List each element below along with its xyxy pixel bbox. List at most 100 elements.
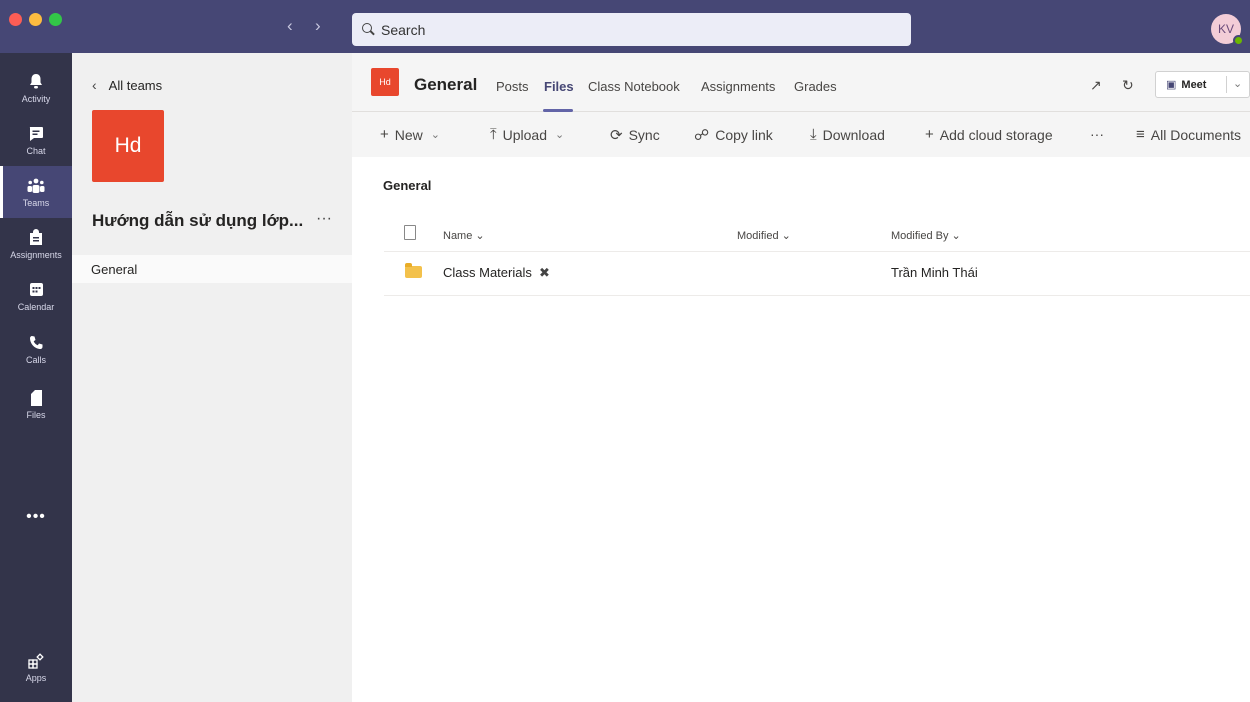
column-modified[interactable]: Modified ⌄ [737, 229, 791, 242]
new-button[interactable]: + New ⌄ [380, 126, 440, 143]
app-bar-label: Teams [22, 197, 50, 208]
chevron-down-icon: ⌄ [555, 129, 565, 141]
chevron-left-icon: ‹ [92, 77, 97, 93]
folder-icon [405, 263, 422, 278]
column-modified-by-label: Modified By [891, 230, 949, 242]
app-bar-item-activity[interactable]: Activity [0, 62, 72, 114]
video-camera-icon: ▣ [1166, 79, 1177, 91]
all-teams-label: All teams [108, 77, 163, 93]
avatar-initials: KV [1217, 22, 1234, 36]
teams-icon [27, 177, 45, 195]
download-button[interactable]: ⤓ Download [810, 126, 885, 143]
add-cloud-storage-button[interactable]: + Add cloud storage [925, 126, 1053, 143]
file-modified-by: Trần Minh Thái [891, 265, 978, 280]
title-bar: ‹ › Search KV [0, 0, 1250, 53]
tab-assignments[interactable]: Assignments [701, 79, 775, 94]
active-tab-indicator [543, 109, 573, 112]
app-bar-label: Activity [21, 93, 51, 104]
bell-icon [27, 73, 45, 91]
refresh-icon[interactable]: ↻ [1122, 77, 1134, 94]
list-icon: ≡ [1136, 126, 1145, 143]
all-teams-link[interactable]: ‹ All teams [92, 77, 162, 93]
app-bar-item-calls[interactable]: Calls [0, 323, 72, 375]
app-bar-item-teams[interactable]: Teams [0, 166, 72, 218]
files-list: General Name ⌄ Modified ⌄ Modified By ⌄ … [352, 157, 1250, 702]
search-icon [362, 23, 375, 36]
add-cloud-storage-label: Add cloud storage [939, 126, 1053, 143]
app-bar-label: Calendar [17, 301, 55, 312]
file-icon [27, 389, 45, 407]
app-bar-label: Files [26, 409, 46, 420]
column-modified-by[interactable]: Modified By ⌄ [891, 229, 961, 242]
sync-button[interactable]: ⟳ Sync [610, 126, 660, 144]
app-bar: Activity Chat Teams Assignments Calendar… [0, 53, 72, 702]
team-name: Hướng dẫn sử dụng lớp... [92, 211, 304, 230]
tab-class-notebook[interactable]: Class Notebook [588, 79, 680, 94]
team-panel: ‹ All teams Hd Hướng dẫn sử dụng lớp... … [72, 53, 352, 702]
search-placeholder: Search [381, 21, 426, 38]
copy-link-label: Copy link [715, 127, 773, 143]
files-toolbar: + New ⌄ ⤒ Upload ⌄ ⟳ Sync ☍ Copy link ⤓ … [352, 113, 1250, 157]
meet-divider [1226, 76, 1227, 93]
app-bar-item-assignments[interactable]: Assignments [0, 218, 72, 270]
chevron-down-icon: ⌄ [951, 230, 961, 242]
all-documents-label: All Documents [1150, 126, 1242, 143]
app-bar-item-chat[interactable]: Chat [0, 114, 72, 166]
files-column-header: Name ⌄ Modified ⌄ Modified By ⌄ [384, 223, 1250, 252]
close-window-button[interactable] [9, 13, 22, 26]
breadcrumb[interactable]: General [383, 178, 431, 193]
calendar-icon [27, 281, 45, 299]
meet-label: Meet [1181, 78, 1207, 91]
tab-grades[interactable]: Grades [794, 79, 837, 94]
copy-link-button[interactable]: ☍ Copy link [694, 126, 773, 144]
all-documents-button[interactable]: ≡ All Documents [1136, 126, 1241, 143]
link-icon: ☍ [694, 127, 710, 144]
tab-posts[interactable]: Posts [496, 79, 529, 94]
chat-icon [27, 125, 45, 143]
plus-icon: + [925, 126, 934, 143]
expand-icon[interactable]: ↗ [1090, 77, 1102, 94]
app-bar-item-files[interactable]: Files [0, 378, 72, 430]
chevron-down-icon[interactable]: ⌄ [1233, 77, 1242, 90]
presence-available-icon [1233, 35, 1244, 46]
back-arrow-icon[interactable]: ‹ [287, 17, 293, 34]
plus-icon: + [380, 126, 389, 143]
app-bar-item-calendar[interactable]: Calendar [0, 270, 72, 322]
more-options-button[interactable]: ··· [1090, 126, 1104, 142]
search-input[interactable]: Search [352, 13, 911, 46]
channel-item-general[interactable]: General [72, 255, 352, 283]
chevron-down-icon: ⌄ [781, 230, 791, 242]
channel-header: Hd General Posts Files Class Notebook As… [352, 53, 1250, 112]
upload-button[interactable]: ⤒ Upload ⌄ [490, 126, 564, 143]
table-row[interactable]: Class Materials ✖ Trần Minh Thái [384, 253, 1250, 296]
team-avatar: Hd [92, 110, 164, 182]
chevron-down-icon: ⌄ [430, 129, 440, 141]
avatar[interactable]: KV [1211, 14, 1244, 46]
new-label: New [394, 126, 423, 143]
zoom-window-button[interactable] [49, 13, 62, 26]
upload-icon: ⤒ [490, 126, 497, 143]
column-name-label: Name [443, 230, 473, 242]
tools-icon: ✖ [539, 265, 550, 280]
sync-label: Sync [628, 127, 660, 143]
app-bar-item-apps[interactable]: Apps [0, 641, 72, 693]
assignments-icon [27, 229, 45, 247]
team-more-options-button[interactable]: ··· [316, 210, 332, 228]
tab-files[interactable]: Files [544, 79, 574, 94]
apps-icon [27, 652, 45, 670]
main-area: Hd General Posts Files Class Notebook As… [352, 53, 1250, 702]
more-apps-button[interactable]: ••• [0, 508, 72, 526]
channel-title: General [414, 75, 478, 94]
column-name[interactable]: Name ⌄ [443, 229, 485, 242]
sync-icon: ⟳ [610, 127, 623, 144]
file-name[interactable]: Class Materials [443, 265, 532, 280]
minimize-window-button[interactable] [29, 13, 42, 26]
app-bar-label: Assignments [10, 249, 62, 260]
meet-button[interactable]: ▣ Meet ⌄ [1155, 71, 1250, 98]
app-bar-label: Apps [25, 672, 47, 683]
column-modified-label: Modified [737, 230, 779, 242]
download-label: Download [822, 126, 885, 143]
forward-arrow-icon[interactable]: › [315, 17, 321, 34]
chevron-down-icon: ⌄ [475, 230, 485, 242]
channel-avatar: Hd [371, 68, 399, 96]
